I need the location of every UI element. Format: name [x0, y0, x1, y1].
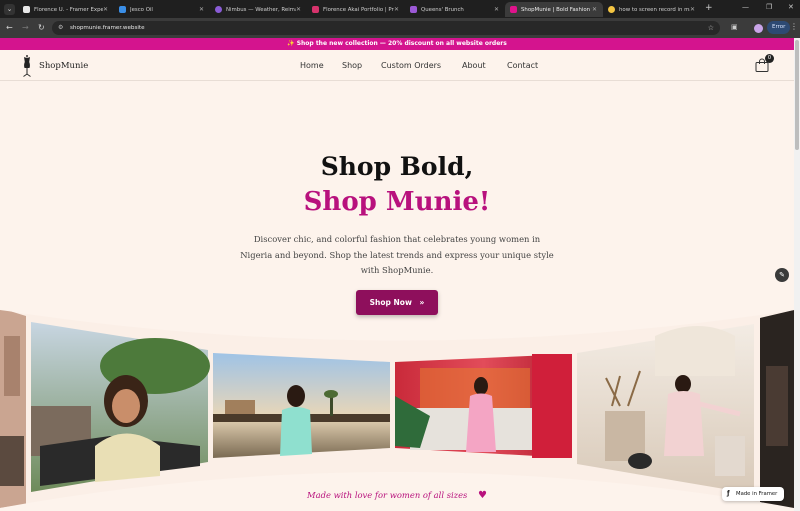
gallery-photo-right-edge	[760, 310, 794, 510]
nav-about[interactable]: About	[462, 61, 486, 70]
hero-description: Discover chic, and colorful fashion that…	[240, 234, 554, 275]
browser-tab-4[interactable]: Queens' Brunch ✕	[405, 2, 505, 17]
close-icon[interactable]: ✕	[494, 6, 499, 13]
page-scrollbar[interactable]	[794, 38, 800, 511]
cart-count-badge: 0	[765, 54, 774, 63]
made-in-framer-badge[interactable]: ƒ Made in Framer	[722, 487, 784, 501]
tab-favicon	[410, 6, 417, 13]
tab-favicon	[119, 6, 126, 13]
extensions-icon[interactable]: ▣	[731, 23, 741, 33]
gallery-photo-left-edge	[0, 308, 26, 508]
tab-favicon	[215, 6, 222, 13]
browser-tab-strip: ⌄ Florence U. - Framer Expert ✕ Jesco Oi…	[0, 0, 800, 18]
browser-tab-6[interactable]: how to screen record in mac ✕	[603, 2, 701, 17]
close-icon[interactable]: ✕	[296, 6, 301, 13]
gallery-photo-2[interactable]	[213, 353, 390, 458]
shop-now-label: Shop Now	[369, 298, 412, 307]
forward-icon[interactable]: →	[22, 23, 29, 32]
tagline-text: Made with love for women of all sizes	[307, 490, 468, 500]
photo-gallery	[0, 296, 794, 511]
browser-tab-0[interactable]: Florence U. - Framer Expert ✕	[18, 2, 114, 17]
webpage: ✨ Shop the new collection — 20% discount…	[0, 38, 794, 511]
browser-tab-1[interactable]: Jesco Oil ✕	[114, 2, 210, 17]
error-button[interactable]: Error	[767, 21, 791, 34]
nav-shop[interactable]: Shop	[342, 61, 362, 70]
restore-icon[interactable]: ❐	[766, 3, 772, 11]
tab-title: Queens' Brunch	[421, 6, 464, 13]
close-icon[interactable]: ✕	[103, 6, 108, 13]
chevrons-right-icon: »	[419, 298, 425, 307]
url-text: shopmunie.framer.website	[70, 25, 145, 31]
gallery-photo-3[interactable]	[395, 354, 572, 458]
tab-title: Jesco Oil	[130, 6, 153, 13]
framer-icon: ƒ	[727, 490, 730, 497]
browser-tab-3[interactable]: Florence Akai Portfolio | Product ✕	[307, 2, 405, 17]
browser-menu-icon[interactable]: ⋮	[790, 22, 798, 31]
tagline: Made with love for women of all sizes ♥	[0, 490, 794, 501]
tab-title: Florence Akai Portfolio | Product	[323, 6, 394, 13]
browser-tab-5-active[interactable]: ShopMunie | Bold Fashion for ✕	[505, 2, 603, 17]
nav-contact[interactable]: Contact	[507, 61, 538, 70]
close-icon[interactable]: ✕	[199, 6, 204, 13]
close-icon[interactable]: ✕	[690, 6, 695, 13]
scrollbar-thumb[interactable]	[795, 40, 799, 150]
window-close-icon[interactable]: ✕	[788, 3, 794, 11]
brand-logo-text[interactable]: ShopMunie	[39, 61, 88, 71]
reload-icon[interactable]: ↻	[38, 23, 45, 32]
minimize-icon[interactable]: —	[742, 3, 749, 11]
tab-title: ShopMunie | Bold Fashion for	[521, 6, 592, 13]
tab-title: how to screen record in mac	[619, 6, 690, 13]
gallery-photo-1[interactable]	[31, 322, 210, 492]
dress-form-icon	[23, 55, 31, 77]
site-info-icon[interactable]: ⚙	[58, 21, 63, 35]
tab-title: Nimbus — Weather, Reimagined	[226, 6, 296, 13]
tab-favicon	[510, 6, 517, 13]
browser-toolbar: ← → ↻ ⚙ shopmunie.framer.website ☆ ▣	[0, 18, 800, 38]
new-tab-plus-icon[interactable]: +	[705, 3, 713, 13]
promo-banner[interactable]: ✨ Shop the new collection — 20% discount…	[0, 38, 794, 50]
profile-avatar[interactable]	[754, 24, 763, 33]
tab-favicon	[312, 6, 319, 13]
heart-icon: ♥	[478, 490, 487, 501]
site-header: ShopMunie Home Shop Custom Orders About …	[0, 50, 794, 81]
back-icon[interactable]: ←	[6, 23, 13, 32]
bookmark-star-icon[interactable]: ☆	[708, 21, 714, 35]
hero-heading-line1: Shop Bold,	[320, 152, 474, 181]
tab-favicon	[23, 6, 30, 13]
search-tabs-icon[interactable]: ⌄	[4, 4, 15, 15]
close-icon[interactable]: ✕	[592, 6, 597, 13]
edit-pencil-icon[interactable]: ✎	[775, 268, 789, 282]
nav-custom-orders[interactable]: Custom Orders	[381, 61, 441, 70]
tab-title: Florence U. - Framer Expert	[34, 6, 103, 13]
address-bar[interactable]: ⚙ shopmunie.framer.website ☆	[52, 21, 720, 35]
hero-heading-line2: Shop Munie!	[303, 187, 491, 217]
browser-tab-2[interactable]: Nimbus — Weather, Reimagined ✕	[210, 2, 307, 17]
tab-favicon	[608, 6, 615, 13]
close-icon[interactable]: ✕	[394, 6, 399, 13]
shop-now-button[interactable]: Shop Now »	[356, 290, 438, 315]
framer-badge-text: Made in Framer	[736, 491, 778, 497]
nav-home[interactable]: Home	[300, 61, 324, 70]
